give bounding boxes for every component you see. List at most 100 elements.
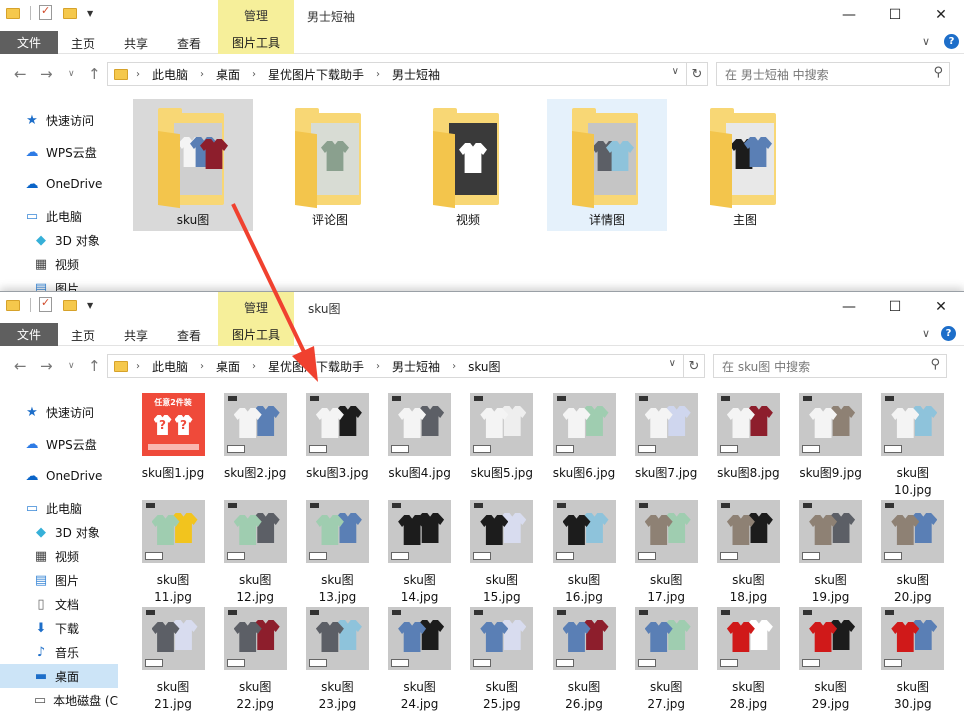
folder-item[interactable]: 主图 bbox=[685, 99, 805, 231]
breadcrumb-item[interactable]: 星优图片下载助手 bbox=[268, 358, 364, 375]
properties-icon[interactable] bbox=[39, 4, 55, 21]
recent-locations-icon[interactable]: ∨ bbox=[68, 69, 75, 79]
nav-3d-objects[interactable]: ◆ 3D 对象 bbox=[0, 228, 118, 252]
address-dropdown-icon[interactable]: ∨ bbox=[672, 66, 679, 77]
file-item[interactable]: sku图 14.jpg bbox=[379, 500, 461, 606]
close-icon[interactable]: ✕ bbox=[918, 292, 964, 322]
nav-videos[interactable]: ▦ 视频 bbox=[0, 252, 118, 276]
nav-desktop[interactable]: ▬ 桌面 bbox=[0, 664, 118, 688]
breadcrumb-item[interactable]: 此电脑 bbox=[152, 358, 188, 375]
file-item[interactable]: sku图 10.jpg bbox=[872, 393, 954, 499]
folder-item[interactable]: 详情图 bbox=[547, 99, 667, 231]
file-item[interactable]: sku图7.jpg bbox=[625, 393, 707, 482]
file-item[interactable]: sku图 21.jpg bbox=[132, 607, 214, 712]
tab-picture-tools[interactable]: 图片工具 bbox=[218, 31, 294, 54]
file-item[interactable]: sku图 15.jpg bbox=[461, 500, 543, 606]
file-item[interactable]: sku图 19.jpg bbox=[790, 500, 872, 606]
file-item[interactable]: sku图 22.jpg bbox=[214, 607, 296, 712]
chevron-down-icon[interactable]: ∨ bbox=[922, 35, 930, 48]
file-item[interactable]: sku图 26.jpg bbox=[543, 607, 625, 712]
customize-qat-dropdown-icon[interactable]: ▼ bbox=[87, 301, 93, 310]
search-input[interactable]: 在 sku图 中搜索 ⚲ bbox=[713, 354, 947, 378]
file-item[interactable]: sku图9.jpg bbox=[790, 393, 872, 482]
close-icon[interactable]: ✕ bbox=[918, 0, 964, 30]
nav-downloads[interactable]: ⬇ 下载 bbox=[0, 616, 118, 640]
file-item[interactable]: sku图 28.jpg bbox=[707, 607, 789, 712]
file-item[interactable]: sku图6.jpg bbox=[543, 393, 625, 482]
forward-arrow-icon[interactable]: → bbox=[40, 65, 53, 83]
nav-quick-access[interactable]: ★ 快速访问 bbox=[0, 108, 118, 132]
nav-pictures[interactable]: ▤ 图片 bbox=[0, 568, 118, 592]
chevron-down-icon[interactable]: ∨ bbox=[922, 327, 930, 340]
tab-view[interactable]: 查看 bbox=[177, 35, 201, 52]
help-icon[interactable]: ? bbox=[941, 326, 956, 341]
file-item[interactable]: sku图 20.jpg bbox=[872, 500, 954, 606]
tab-file[interactable]: 文件 bbox=[0, 323, 58, 346]
file-item[interactable]: sku图4.jpg bbox=[379, 393, 461, 482]
maximize-icon[interactable]: ☐ bbox=[872, 0, 918, 30]
nav-3d-objects[interactable]: ◆ 3D 对象 bbox=[0, 520, 118, 544]
folder-item[interactable]: 评论图 bbox=[270, 99, 390, 231]
file-item[interactable]: sku图 30.jpg bbox=[872, 607, 954, 712]
breadcrumb-item[interactable]: 男士短袖 bbox=[392, 66, 440, 83]
properties-icon[interactable] bbox=[39, 296, 55, 313]
nav-documents[interactable]: ▯ 文档 bbox=[0, 592, 118, 616]
folder-item[interactable]: sku图 bbox=[133, 99, 253, 231]
file-item[interactable]: sku图3.jpg bbox=[296, 393, 378, 482]
breadcrumb-item[interactable]: 男士短袖 bbox=[392, 358, 440, 375]
file-item[interactable]: sku图2.jpg bbox=[214, 393, 296, 482]
tab-home[interactable]: 主页 bbox=[71, 35, 95, 52]
nav-this-pc[interactable]: ▭ 此电脑 bbox=[0, 496, 118, 520]
help-icon[interactable]: ? bbox=[944, 34, 959, 49]
tab-share[interactable]: 共享 bbox=[124, 327, 148, 344]
file-item[interactable]: sku图 13.jpg bbox=[296, 500, 378, 606]
nav-local-disk[interactable]: ▭ 本地磁盘 (C bbox=[0, 688, 118, 712]
search-input[interactable]: 在 男士短袖 中搜索 ⚲ bbox=[716, 62, 950, 86]
up-arrow-icon[interactable]: ↑ bbox=[88, 357, 101, 375]
nav-music[interactable]: ♪ 音乐 bbox=[0, 640, 118, 664]
up-arrow-icon[interactable]: ↑ bbox=[88, 65, 101, 83]
customize-qat-dropdown-icon[interactable]: ▼ bbox=[87, 9, 93, 18]
manage-context-tab[interactable]: 管理 bbox=[218, 0, 294, 31]
breadcrumb-item[interactable]: 星优图片下载助手 bbox=[268, 66, 364, 83]
nav-onedrive[interactable]: ☁ OneDrive bbox=[0, 172, 118, 196]
file-item[interactable]: sku图 24.jpg bbox=[379, 607, 461, 712]
new-folder-icon[interactable] bbox=[63, 5, 79, 21]
back-arrow-icon[interactable]: ← bbox=[14, 357, 27, 375]
recent-locations-icon[interactable]: ∨ bbox=[68, 361, 75, 371]
file-item[interactable]: sku图 27.jpg bbox=[625, 607, 707, 712]
tab-home[interactable]: 主页 bbox=[71, 327, 95, 344]
file-item[interactable]: sku图5.jpg bbox=[461, 393, 543, 482]
tab-file[interactable]: 文件 bbox=[0, 31, 58, 54]
file-item[interactable]: sku图 23.jpg bbox=[296, 607, 378, 712]
address-dropdown-icon[interactable]: ∨ bbox=[669, 358, 676, 369]
forward-arrow-icon[interactable]: → bbox=[40, 357, 53, 375]
file-item[interactable]: sku图 29.jpg bbox=[790, 607, 872, 712]
file-item[interactable]: sku图 25.jpg bbox=[461, 607, 543, 712]
nav-onedrive[interactable]: ☁ OneDrive bbox=[0, 464, 118, 488]
address-bar[interactable]: › 此电脑 › 桌面 › 星优图片下载助手 › 男士短袖 › sku图 ∨ bbox=[107, 354, 684, 378]
file-item[interactable]: sku图 18.jpg bbox=[707, 500, 789, 606]
breadcrumb-item[interactable]: 桌面 bbox=[216, 358, 240, 375]
folder-item[interactable]: 视频 bbox=[408, 99, 528, 231]
breadcrumb-item[interactable]: sku图 bbox=[468, 358, 500, 375]
file-item[interactable]: sku图 17.jpg bbox=[625, 500, 707, 606]
tab-view[interactable]: 查看 bbox=[177, 327, 201, 344]
nav-wps-cloud[interactable]: ☁ WPS云盘 bbox=[0, 140, 118, 164]
refresh-icon[interactable]: ↻ bbox=[683, 354, 705, 378]
minimize-icon[interactable]: — bbox=[826, 292, 872, 322]
file-item[interactable]: sku图 12.jpg bbox=[214, 500, 296, 606]
breadcrumb-item[interactable]: 桌面 bbox=[216, 66, 240, 83]
tab-picture-tools[interactable]: 图片工具 bbox=[218, 323, 294, 346]
file-item[interactable]: 任意2件装?? sku图1.jpg bbox=[132, 393, 214, 482]
nav-videos[interactable]: ▦ 视频 bbox=[0, 544, 118, 568]
maximize-icon[interactable]: ☐ bbox=[872, 292, 918, 322]
tab-share[interactable]: 共享 bbox=[124, 35, 148, 52]
minimize-icon[interactable]: — bbox=[826, 0, 872, 30]
file-item[interactable]: sku图8.jpg bbox=[707, 393, 789, 482]
nav-this-pc[interactable]: ▭ 此电脑 bbox=[0, 204, 118, 228]
file-item[interactable]: sku图 16.jpg bbox=[543, 500, 625, 606]
address-bar[interactable]: › 此电脑 › 桌面 › 星优图片下载助手 › 男士短袖 ∨ bbox=[107, 62, 687, 86]
nav-quick-access[interactable]: ★ 快速访问 bbox=[0, 400, 118, 424]
new-folder-icon[interactable] bbox=[63, 297, 79, 313]
